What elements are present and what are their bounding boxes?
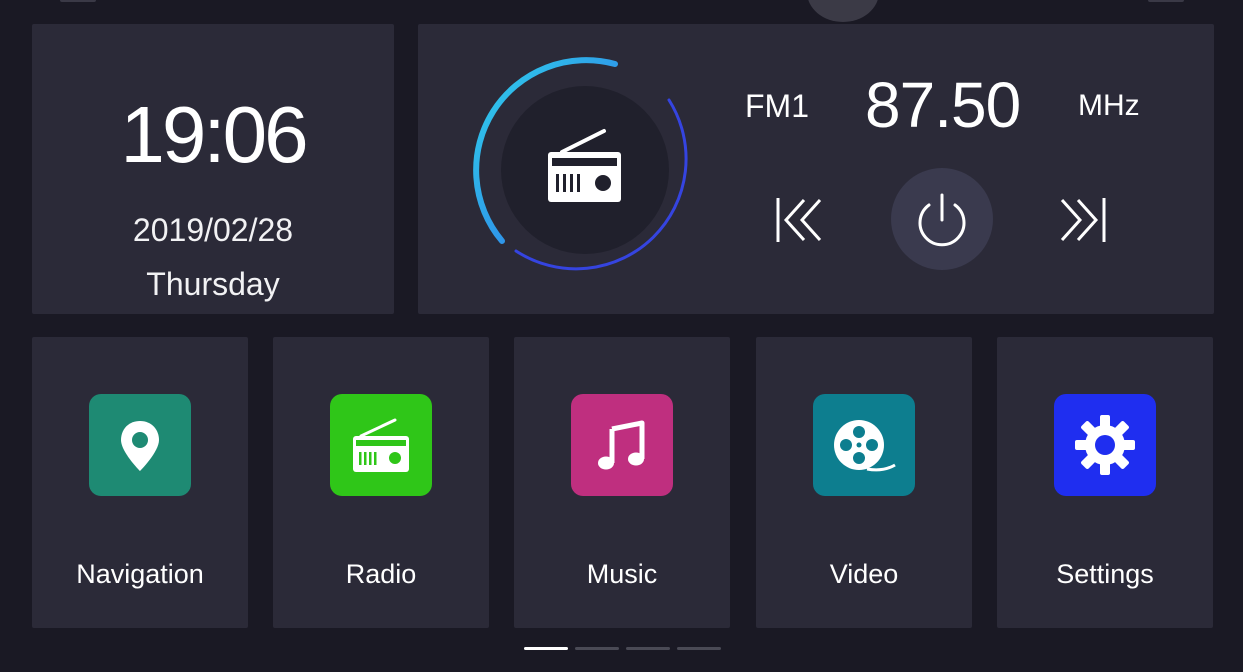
app-label-video: Video [829, 559, 899, 589]
page-dot-active[interactable] [524, 647, 568, 650]
app-tile-radio[interactable]: Radio [273, 337, 489, 628]
seek-forward-icon [1060, 198, 1106, 242]
app-tile-video[interactable]: Video [756, 337, 972, 628]
radio-icon [330, 394, 432, 496]
app-label-navigation: Navigation [76, 559, 204, 589]
home-screen: 19:06 2019/02/28 Thursday FM1 87.50 MHz … [0, 0, 1243, 672]
power-icon [918, 193, 966, 247]
clock-weekday: Thursday [146, 266, 280, 302]
music-note-icon [571, 394, 673, 496]
radio-band: FM1 [745, 88, 809, 124]
app-tile-music[interactable]: Music [514, 337, 730, 628]
radio-dial[interactable] [472, 57, 698, 283]
status-indicator-center [807, 0, 879, 22]
seek-back-button[interactable] [768, 192, 828, 248]
clock-time: 19:06 [120, 90, 308, 179]
radio-frequency-unit: MHz [1078, 89, 1140, 122]
status-indicator-left [60, 0, 96, 2]
seek-forward-button[interactable] [1054, 192, 1114, 248]
app-label-settings: Settings [1056, 559, 1154, 589]
power-button[interactable] [891, 168, 993, 270]
location-pin-icon [89, 394, 191, 496]
film-reel-icon [813, 394, 915, 496]
status-indicator-right [1148, 0, 1184, 2]
status-bar [0, 0, 1243, 22]
app-label-radio: Radio [345, 559, 417, 589]
clock-widget[interactable]: 19:06 2019/02/28 Thursday [32, 24, 394, 314]
page-indicator [524, 647, 724, 653]
page-dot[interactable] [626, 647, 670, 650]
gear-icon [1054, 394, 1156, 496]
page-dot[interactable] [677, 647, 721, 650]
seek-back-icon [776, 198, 822, 242]
page-dot[interactable] [575, 647, 619, 650]
clock-date: 2019/02/28 [132, 212, 294, 248]
radio-frequency: 87.50 [865, 69, 1021, 141]
app-tile-navigation[interactable]: Navigation [32, 337, 248, 628]
radio-widget[interactable]: FM1 87.50 MHz [418, 24, 1214, 314]
app-tile-settings[interactable]: Settings [997, 337, 1213, 628]
app-label-music: Music [586, 559, 658, 589]
